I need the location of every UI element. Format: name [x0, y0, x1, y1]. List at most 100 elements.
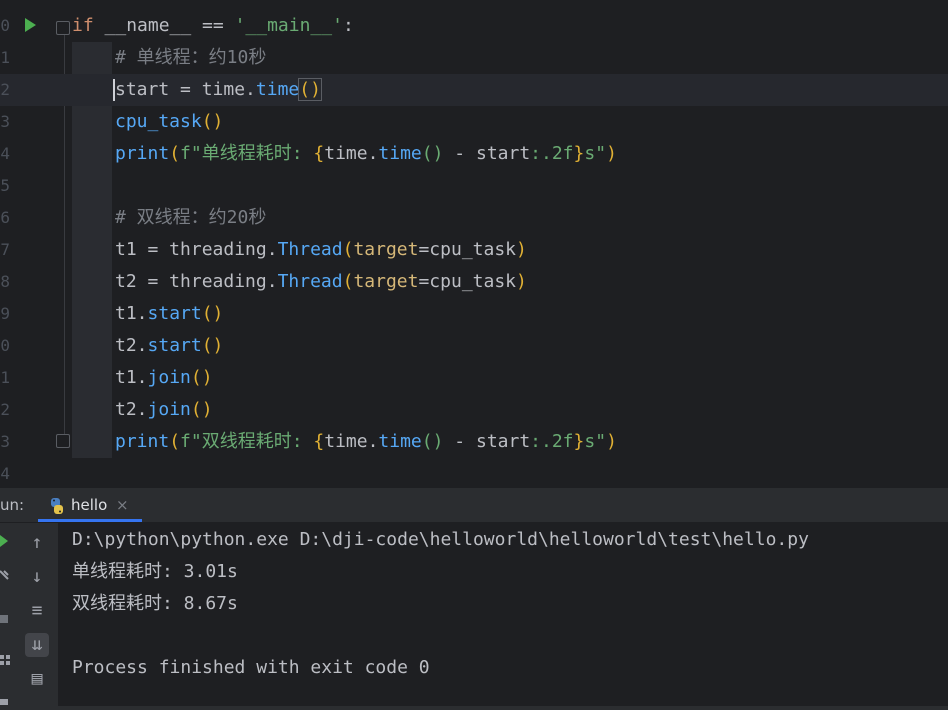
line-number: 5 [0, 176, 10, 195]
code-token: time [378, 431, 422, 452]
code-token: time. [324, 431, 379, 452]
code-line[interactable]: 2 start = time.time() [0, 74, 948, 106]
print-icon[interactable]: ▤ [25, 667, 49, 691]
line-number: 1 [0, 48, 10, 67]
code-text: t2.start() [115, 336, 223, 356]
code-token: ( [169, 431, 181, 452]
code-token: - start [443, 143, 531, 164]
code-line[interactable]: 9 t1.start() [0, 298, 948, 330]
line-number: 1 [0, 368, 10, 387]
line-number: 3 [0, 112, 10, 131]
code-token: { [313, 431, 325, 452]
scroll-to-end-icon[interactable]: ⇊ [25, 633, 49, 657]
console-toolbar: ↑ ↓ ≡ ⇊ ▤ [14, 523, 59, 706]
line-number: 0 [0, 16, 10, 35]
code-token: '__main__' [234, 15, 343, 36]
code-token: ) [516, 271, 527, 292]
code-token: () [421, 143, 444, 164]
code-token: join [147, 399, 191, 420]
layout-icon[interactable] [6, 655, 10, 659]
run-icon[interactable] [25, 18, 36, 32]
code-text: if __name__ == '__main__': [72, 16, 354, 36]
code-token: time [378, 143, 422, 164]
code-token: time [255, 79, 300, 100]
code-token: ( [169, 143, 181, 164]
layout-icon[interactable] [6, 661, 10, 665]
code-line[interactable]: 8 t2 = threading.Thread(target=cpu_task) [0, 266, 948, 298]
code-token: start [147, 303, 202, 324]
code-token: f"单线程耗时: [180, 143, 314, 164]
side-toolbar [0, 523, 15, 706]
code-token: time. [324, 143, 379, 164]
line-number: 6 [0, 208, 10, 227]
code-line[interactable]: 4 print(f"单线程耗时: {time.time() - start:.2f… [0, 138, 948, 170]
console-line: D:\python\python.exe D:\dji-code\hellowo… [72, 529, 809, 550]
rerun-icon[interactable] [0, 535, 8, 547]
run-label: un: [0, 496, 25, 514]
code-token: () [298, 78, 322, 101]
tab-label: hello [71, 496, 108, 514]
line-number: 4 [0, 464, 10, 483]
code-token: ) [516, 239, 527, 260]
console-line: 双线程耗时: 8.67s [72, 593, 238, 614]
code-token: =cpu_task [418, 239, 517, 260]
code-line[interactable]: 4 [0, 458, 948, 488]
code-line[interactable]: 3 cpu_task() [0, 106, 948, 138]
code-text: t1.join() [115, 368, 213, 388]
tab-hello[interactable]: hello × [38, 488, 142, 522]
code-token: () [201, 111, 224, 132]
code-line[interactable]: 1 # 单线程：约10秒 [0, 42, 948, 74]
console-output[interactable]: D:\python\python.exe D:\dji-code\hellowo… [58, 523, 948, 706]
fold-icon[interactable] [56, 434, 70, 448]
code-editor[interactable]: 0 if __name__ == '__main__': 1 # 单线程：约10秒 2 s… [0, 0, 948, 488]
code-token: f"双线程耗时: [180, 431, 314, 452]
layout-icon[interactable] [0, 655, 4, 659]
console-line: Process finished with exit code 0 [72, 657, 430, 678]
code-token: () [421, 431, 444, 452]
code-text: t1.start() [115, 304, 223, 324]
code-token: s" [584, 143, 607, 164]
code-line[interactable]: 7 t1 = threading.Thread(target=cpu_task) [0, 234, 948, 266]
close-icon[interactable]: × [116, 496, 129, 514]
soft-wrap-icon[interactable]: ≡ [25, 599, 49, 623]
tab-active-indicator [38, 519, 142, 522]
down-arrow-icon[interactable]: ↓ [25, 565, 49, 589]
line-number: 2 [0, 400, 10, 419]
code-text: print(f"双线程耗时: {time.time() - start:.2f}… [115, 432, 617, 452]
code-text: t2 = threading.Thread(target=cpu_task) [115, 272, 527, 292]
code-text: print(f"单线程耗时: {time.time() - start:.2f}… [115, 144, 617, 164]
code-token: } [573, 143, 585, 164]
layout-icon[interactable] [0, 661, 4, 665]
wrench-icon[interactable] [0, 570, 9, 580]
run-tool-window-header: un: hello × [0, 488, 948, 523]
code-token: target [353, 271, 419, 292]
line-number: 2 [0, 80, 10, 99]
code-line[interactable]: 6 # 双线程：约20秒 [0, 202, 948, 234]
code-token: } [573, 431, 585, 452]
code-token: t2 = threading. [115, 271, 278, 292]
line-number: 4 [0, 144, 10, 163]
code-token: print [115, 431, 170, 452]
code-token: t1. [115, 367, 148, 388]
code-token: t1 = threading. [115, 239, 278, 260]
console-line: 单线程耗时: 3.01s [72, 561, 238, 582]
code-line[interactable]: 1 t1.join() [0, 362, 948, 394]
code-line[interactable]: 3 print(f"双线程耗时: {time.time() - start:.2f… [0, 426, 948, 458]
code-token: t2. [115, 399, 148, 420]
code-line[interactable]: 5 [0, 170, 948, 202]
code-text: # 双线程：约20秒 [115, 208, 266, 228]
stop-icon[interactable] [0, 615, 8, 623]
pin-icon[interactable] [0, 699, 8, 705]
code-line[interactable]: 0 if __name__ == '__main__': [0, 10, 948, 42]
code-token: if [72, 15, 94, 36]
code-token: t1. [115, 303, 148, 324]
code-line[interactable]: 0 t2.start() [0, 330, 948, 362]
up-arrow-icon[interactable]: ↑ [25, 531, 49, 555]
code-line[interactable]: 2 t2.join() [0, 394, 948, 426]
line-number: 3 [0, 432, 10, 451]
python-icon [51, 498, 63, 514]
code-token: # 双线程：约20秒 [115, 207, 267, 228]
code-token: t2. [115, 335, 148, 356]
code-token: { [313, 143, 325, 164]
fold-icon[interactable] [56, 21, 70, 35]
